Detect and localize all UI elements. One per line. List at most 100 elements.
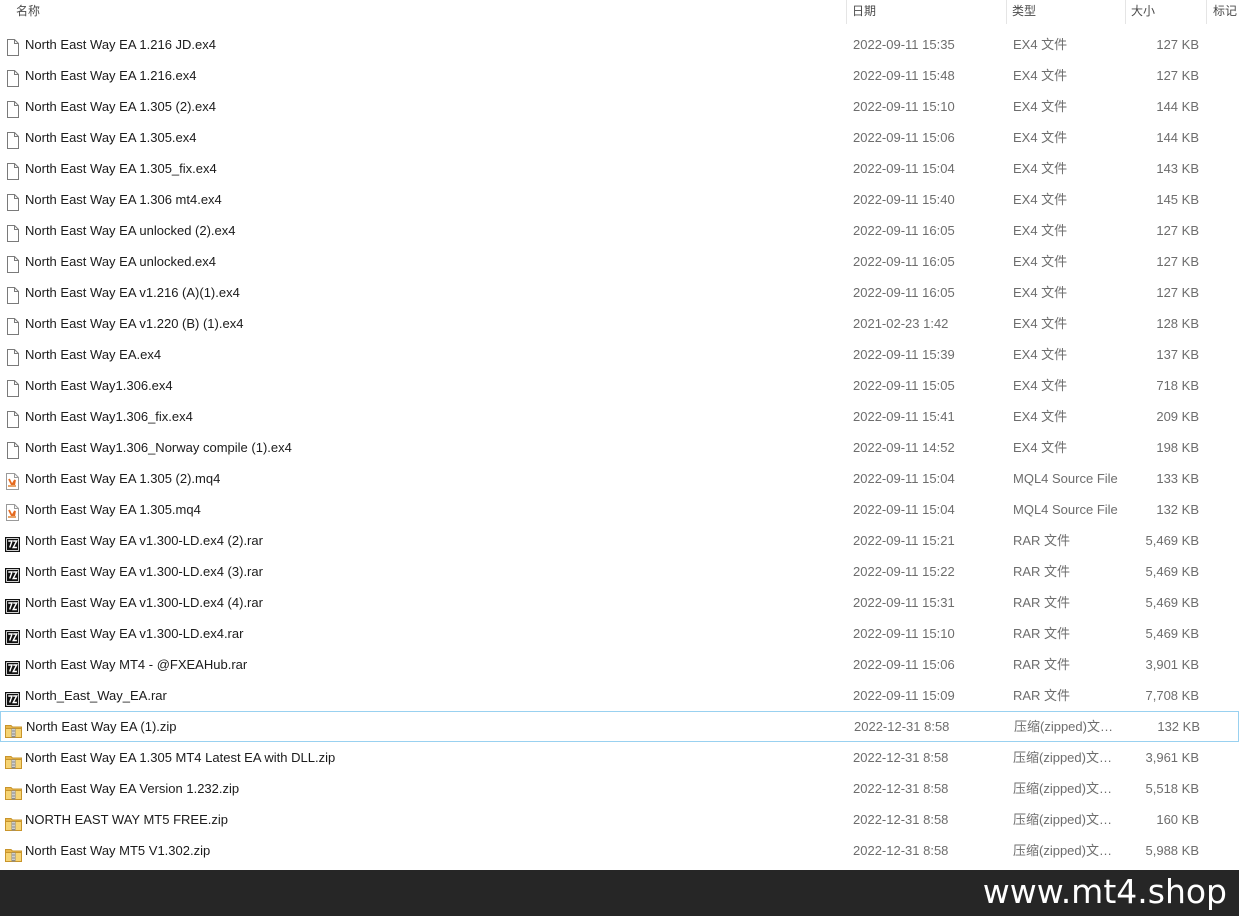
file-type: EX4 文件 — [1013, 161, 1068, 176]
column-header-size[interactable]: 大小 — [1131, 0, 1203, 24]
file-list: North East Way EA 1.216 JD.ex4 2022-09-11… — [0, 29, 1239, 866]
zip-folder-icon — [5, 780, 22, 800]
7z-archive-icon — [4, 563, 21, 584]
file-name: North East Way EA 1.305 MT4 Latest EA wi… — [25, 750, 336, 765]
file-name: North East Way EA v1.300-LD.ex4 (4).rar — [25, 595, 263, 610]
column-header-name[interactable]: 名称 — [16, 0, 846, 24]
file-row[interactable]: North East Way EA 1.305.mq4 2022-09-11 15… — [0, 494, 1239, 525]
file-row[interactable]: North East Way EA 1.305 MT4 Latest EA wi… — [0, 742, 1239, 773]
column-header-type[interactable]: 类型 — [1012, 0, 1124, 24]
file-date: 2022-12-31 8:58 — [853, 812, 949, 827]
file-type: RAR 文件 — [1013, 688, 1071, 703]
file-row[interactable]: North East Way EA v1.300-LD.ex4.rar 2022-… — [0, 618, 1239, 649]
7z-archive-icon — [4, 656, 21, 677]
file-date: 2022-09-11 15:04 — [853, 502, 955, 517]
file-row[interactable]: North East Way MT4 - @FXEAHub.rar 2022-09… — [0, 649, 1239, 680]
file-size: 127 KB — [1156, 68, 1199, 83]
file-name: North East Way MT5 V1.302.zip — [25, 843, 211, 858]
column-header: 名称 日期 类型 ^ 大小 标记 — [0, 0, 1239, 24]
file-row[interactable]: North East Way EA (1).zip 2022-12-31 8:58… — [0, 711, 1239, 742]
file-size: 137 KB — [1156, 347, 1199, 362]
column-header-date[interactable]: 日期 — [852, 0, 1006, 24]
mql4-icon — [5, 501, 20, 521]
zip-folder-icon — [5, 718, 22, 738]
file-type: 压缩(zipped)文件夹 — [1013, 843, 1123, 858]
file-name: North East Way EA v1.220 (B) (1).ex4 — [25, 316, 244, 331]
file-icon — [5, 191, 20, 211]
zip-folder-icon — [5, 811, 22, 831]
file-row[interactable]: North East Way1.306_fix.ex4 2022-09-11 15… — [0, 401, 1239, 432]
file-row[interactable]: North East Way EA unlocked (2).ex4 2022-0… — [0, 215, 1239, 246]
file-size: 718 KB — [1156, 378, 1199, 393]
file-name: North East Way EA v1.216 (A)(1).ex4 — [25, 285, 240, 300]
file-name: North East Way EA unlocked.ex4 — [25, 254, 217, 269]
file-icon — [5, 253, 20, 273]
column-divider[interactable] — [846, 0, 847, 24]
file-date: 2022-09-11 15:48 — [853, 68, 955, 83]
7z-archive-icon — [4, 532, 21, 553]
file-row[interactable]: North East Way1.306.ex4 2022-09-11 15:05 E… — [0, 370, 1239, 401]
file-row[interactable]: North East Way EA 1.216.ex4 2022-09-11 15… — [0, 60, 1239, 91]
file-type: EX4 文件 — [1013, 68, 1068, 83]
file-size: 132 KB — [1156, 502, 1199, 517]
file-row[interactable]: North East Way EA 1.305 (2).ex4 2022-09-1… — [0, 91, 1239, 122]
file-row[interactable]: NORTH EAST WAY MT5 FREE.zip 2022-12-31 8:… — [0, 804, 1239, 835]
file-type: EX4 文件 — [1013, 223, 1068, 238]
file-type: EX4 文件 — [1013, 254, 1068, 269]
file-row[interactable]: North East Way EA v1.300-LD.ex4 (4).rar 2… — [0, 587, 1239, 618]
file-icon — [5, 36, 20, 56]
file-row[interactable]: North East Way EA 1.305 (2).mq4 2022-09-1… — [0, 463, 1239, 494]
file-size: 5,469 KB — [1145, 595, 1200, 610]
file-icon — [5, 98, 20, 118]
file-name: North East Way EA 1.305.ex4 — [25, 130, 197, 145]
column-divider[interactable] — [1006, 0, 1007, 24]
zip-folder-icon — [5, 842, 22, 862]
file-size: 127 KB — [1156, 285, 1199, 300]
file-type: 压缩(zipped)文件夹 — [1013, 812, 1123, 827]
file-name: North East Way1.306_fix.ex4 — [25, 409, 193, 424]
file-date: 2022-09-11 15:39 — [853, 347, 955, 362]
column-divider[interactable] — [1125, 0, 1126, 24]
file-row[interactable]: North East Way EA v1.300-LD.ex4 (2).rar 2… — [0, 525, 1239, 556]
file-date: 2022-09-11 15:40 — [853, 192, 955, 207]
file-date: 2022-09-11 15:41 — [853, 409, 955, 424]
file-type: RAR 文件 — [1013, 657, 1071, 672]
file-row[interactable]: North East Way EA 1.306 mt4.ex4 2022-09-1… — [0, 184, 1239, 215]
file-name: North East Way EA 1.216 JD.ex4 — [25, 37, 216, 52]
file-row[interactable]: North East Way EA 1.305_fix.ex4 2022-09-1… — [0, 153, 1239, 184]
file-type: RAR 文件 — [1013, 626, 1071, 641]
file-type: EX4 文件 — [1013, 99, 1068, 114]
column-header-tags[interactable]: 标记 — [1213, 0, 1239, 24]
file-icon — [5, 408, 20, 428]
file-size: 5,988 KB — [1145, 843, 1200, 858]
file-size: 132 KB — [1157, 719, 1200, 734]
file-row[interactable]: North East Way EA v1.220 (B) (1).ex4 2021… — [0, 308, 1239, 339]
file-row[interactable]: North East Way EA 1.305.ex4 2022-09-11 15… — [0, 122, 1239, 153]
file-icon — [5, 67, 20, 87]
file-row[interactable]: North East Way EA v1.216 (A)(1).ex4 2022-… — [0, 277, 1239, 308]
file-row[interactable]: North East Way MT5 V1.302.zip 2022-12-31 … — [0, 835, 1239, 866]
file-row[interactable]: North East Way EA Version 1.232.zip 2022-… — [0, 773, 1239, 804]
file-date: 2022-09-11 14:52 — [853, 440, 955, 455]
file-date: 2022-12-31 8:58 — [853, 781, 949, 796]
file-name: North East Way1.306_Norway compile (1).e… — [25, 440, 292, 455]
file-date: 2022-09-11 15:09 — [853, 688, 955, 703]
file-row[interactable]: North East Way EA v1.300-LD.ex4 (3).rar 2… — [0, 556, 1239, 587]
file-row[interactable]: North East Way EA 1.216 JD.ex4 2022-09-11… — [0, 29, 1239, 60]
file-type: RAR 文件 — [1013, 564, 1071, 579]
file-size: 143 KB — [1156, 161, 1199, 176]
file-size: 5,469 KB — [1145, 626, 1200, 641]
file-type: MQL4 Source File — [1013, 471, 1118, 486]
file-date: 2022-09-11 15:31 — [853, 595, 955, 610]
file-type: 压缩(zipped)文件夹 — [1014, 719, 1124, 734]
file-row[interactable]: North East Way1.306_Norway compile (1).e… — [0, 432, 1239, 463]
file-date: 2022-09-11 15:22 — [853, 564, 955, 579]
file-row[interactable]: North_East_Way_EA.rar 2022-09-11 15:09 RAR… — [0, 680, 1239, 711]
file-row[interactable]: North East Way EA.ex4 2022-09-11 15:39 EX4… — [0, 339, 1239, 370]
file-size: 5,469 KB — [1145, 564, 1200, 579]
file-date: 2022-12-31 8:58 — [853, 843, 949, 858]
column-divider[interactable] — [1206, 0, 1207, 24]
file-size: 7,708 KB — [1145, 688, 1200, 703]
file-row[interactable]: North East Way EA unlocked.ex4 2022-09-11… — [0, 246, 1239, 277]
mql4-icon — [5, 470, 20, 490]
